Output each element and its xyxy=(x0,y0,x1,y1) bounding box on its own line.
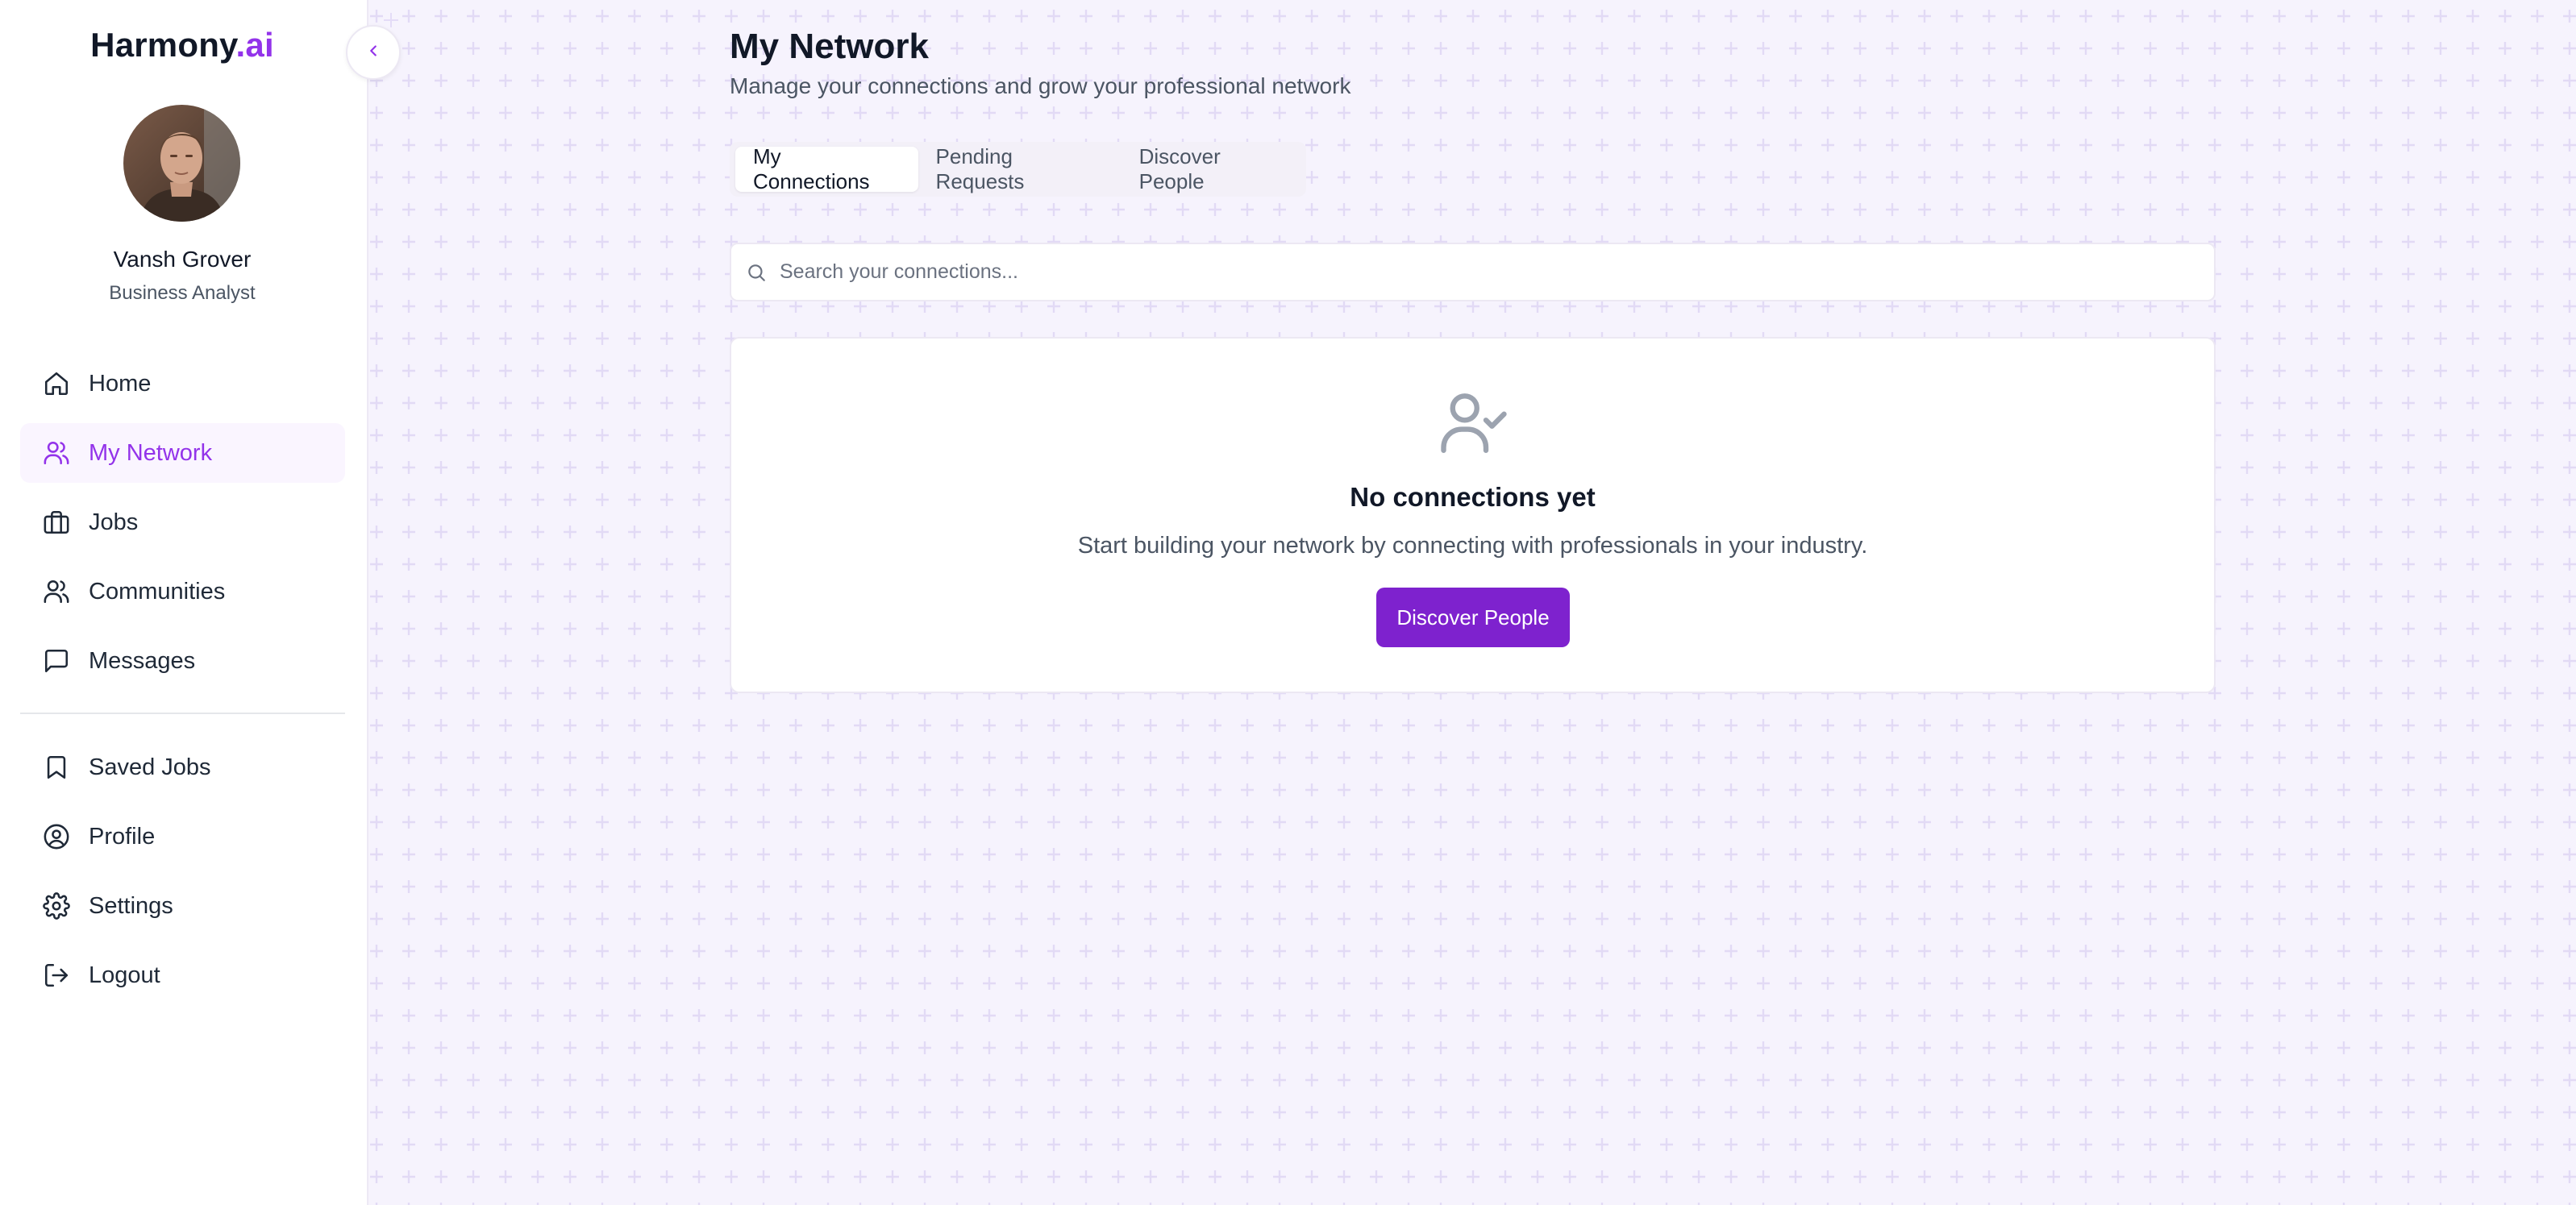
sidebar-item-logout[interactable]: Logout xyxy=(20,945,345,1005)
discover-people-button[interactable]: Discover People xyxy=(1376,588,1570,647)
page-subtitle: Manage your connections and grow your pr… xyxy=(730,73,1351,98)
sidebar-item-label: Jobs xyxy=(89,509,139,535)
tab-discover-people[interactable]: Discover People xyxy=(1122,144,1306,193)
sidebar-item-label: Communities xyxy=(89,578,226,605)
users-icon xyxy=(42,438,71,467)
search-bar xyxy=(730,243,2216,301)
tab-my-connections[interactable]: My Connections xyxy=(735,144,918,193)
sidebar-item-communities[interactable]: Communities xyxy=(20,562,345,621)
sidebar-item-label: Profile xyxy=(89,823,156,850)
empty-state-description: Start building your network by connectin… xyxy=(1077,533,1868,559)
sidebar-item-label: Saved Jobs xyxy=(89,754,211,780)
briefcase-icon xyxy=(42,508,71,537)
sidebar-item-label: Messages xyxy=(89,647,196,674)
sidebar-divider xyxy=(20,713,345,714)
user-role: Business Analyst xyxy=(109,282,256,304)
users-icon xyxy=(42,577,71,606)
empty-state-title: No connections yet xyxy=(1350,482,1596,512)
search-icon xyxy=(746,260,770,285)
sidebar-item-label: Home xyxy=(89,370,152,397)
sidebar-item-home[interactable]: Home xyxy=(20,354,345,413)
sidebar-item-label: My Network xyxy=(89,439,213,466)
sidebar-item-profile[interactable]: Profile xyxy=(20,807,345,866)
sidebar-item-label: Logout xyxy=(89,962,160,988)
sidebar-item-jobs[interactable]: Jobs xyxy=(20,492,345,552)
avatar[interactable] xyxy=(123,105,240,222)
sidebar-item-settings[interactable]: Settings xyxy=(20,876,345,936)
sidebar-item-saved-jobs[interactable]: Saved Jobs xyxy=(20,738,345,797)
sidebar-item-my-network[interactable]: My Network xyxy=(20,423,345,483)
message-square-icon xyxy=(42,646,71,675)
user-check-icon xyxy=(1438,387,1510,459)
home-icon xyxy=(42,369,71,398)
network-tabs: My Connections Pending Requests Discover… xyxy=(730,142,1306,197)
sidebar: Harmony.ai Vansh Grover Business Analyst xyxy=(0,0,368,1205)
sidebar-collapse-button[interactable] xyxy=(346,25,401,80)
tab-pending-requests[interactable]: Pending Requests xyxy=(918,144,1122,193)
user-circle-icon xyxy=(42,822,71,851)
search-input[interactable] xyxy=(780,260,2199,284)
empty-state-card: No connections yet Start building your n… xyxy=(730,337,2216,693)
brand-logo[interactable]: Harmony.ai xyxy=(0,26,364,64)
logout-icon xyxy=(42,961,71,990)
sidebar-item-label: Settings xyxy=(89,892,173,919)
gear-icon xyxy=(42,891,71,920)
page-title: My Network xyxy=(730,27,929,66)
chevron-left-icon xyxy=(364,42,382,64)
user-name: Vansh Grover xyxy=(113,247,252,272)
sidebar-item-messages[interactable]: Messages xyxy=(20,631,345,691)
bookmark-icon xyxy=(42,753,71,782)
